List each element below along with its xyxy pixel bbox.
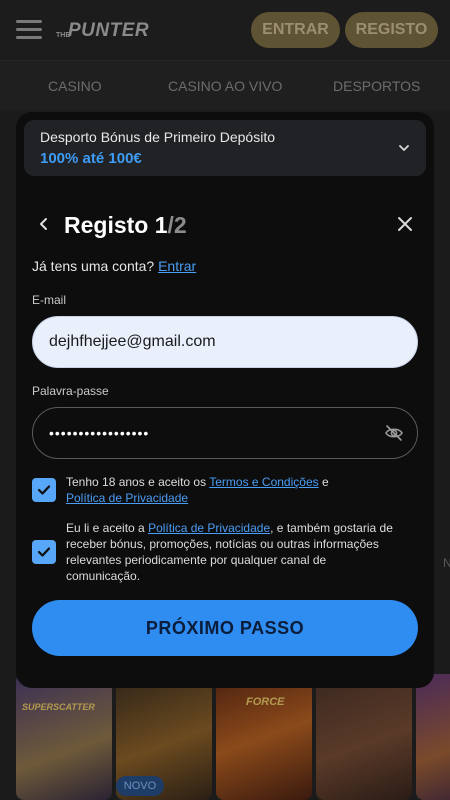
game-tile-title: FORCE (246, 696, 285, 708)
game-tile[interactable] (416, 674, 450, 800)
privacy-policy-link[interactable]: Política de Privacidade (66, 491, 188, 505)
step-indicator: /2 (167, 212, 187, 238)
bonus-title: Desporto Bónus de Primeiro Depósito (40, 129, 276, 145)
have-account-label: Já tens uma conta? (32, 258, 155, 274)
terms-middle: e (318, 475, 329, 489)
terms-prefix: Tenho 18 anos e aceito os (66, 475, 210, 489)
login-link[interactable]: Entrar (158, 258, 196, 274)
new-badge: NOVO (116, 776, 164, 796)
eye-off-icon[interactable] (384, 424, 404, 442)
terms-link[interactable]: Termos e Condições (209, 475, 318, 489)
checkmark-icon (37, 547, 51, 557)
main-nav: CASINO CASINO AO VIVO DESPORTOS (0, 60, 450, 110)
registration-page: THE PUNTER ENTRAR REGISTO CASINO CASINO … (0, 0, 450, 800)
terms-checkbox[interactable] (32, 478, 56, 502)
chevron-down-icon[interactable] (396, 140, 412, 156)
terms-text: Tenho 18 anos e aceito os Termos e Condi… (66, 474, 396, 506)
marketing-prefix: Eu li e aceito a (66, 521, 149, 535)
tab-live-casino[interactable]: CASINO AO VIVO (168, 78, 282, 94)
game-tile[interactable]: FORCE (216, 674, 312, 800)
site-header: THE PUNTER ENTRAR REGISTO (0, 0, 450, 60)
modal-title: Registo 1/2 (64, 212, 187, 239)
marketing-text: Eu li e aceito a Política de Privacidade… (66, 520, 396, 584)
login-button[interactable]: ENTRAR (251, 12, 340, 48)
hamburger-menu-icon[interactable] (16, 20, 42, 40)
site-logo[interactable]: THE PUNTER (56, 18, 149, 42)
modal-title-text: Registo 1 (64, 212, 168, 238)
game-tile[interactable] (316, 674, 412, 800)
close-icon[interactable] (396, 215, 414, 233)
register-button[interactable]: REGISTO (345, 12, 438, 48)
chevron-left-icon[interactable] (36, 216, 52, 232)
game-tile-title: SUPERSCATTER (22, 702, 95, 712)
bonus-selector[interactable]: Desporto Bónus de Primeiro Depósito 100%… (24, 120, 426, 176)
email-field[interactable]: dejhfhejjee@gmail.com (32, 316, 418, 368)
have-account-text: Já tens uma conta? Entrar (32, 258, 196, 274)
password-field[interactable]: ••••••••••••••••• (32, 407, 418, 459)
background-side-label: N (443, 556, 450, 570)
game-tile[interactable]: SUPERSCATTER (16, 674, 112, 800)
checkmark-icon (37, 485, 51, 495)
email-label: E-mail (32, 293, 67, 307)
password-label: Palavra-passe (32, 384, 109, 398)
logo-text: PUNTER (68, 20, 150, 41)
marketing-checkbox[interactable] (32, 540, 56, 564)
tab-casino[interactable]: CASINO (48, 78, 102, 94)
next-step-button[interactable]: PRÓXIMO PASSO (32, 600, 418, 656)
registration-modal: Desporto Bónus de Primeiro Depósito 100%… (16, 112, 434, 688)
marketing-privacy-link[interactable]: Política de Privacidade (148, 521, 270, 535)
tab-sports[interactable]: DESPORTOS (333, 78, 420, 94)
logo-prefix: THE (56, 32, 70, 39)
bonus-value: 100% até 100€ (40, 150, 142, 167)
